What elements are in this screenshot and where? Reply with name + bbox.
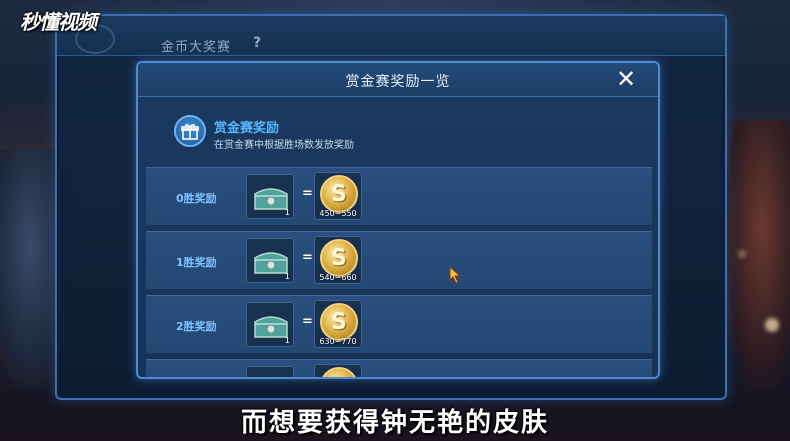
coin-range: 450~550	[319, 209, 357, 218]
coin-range: 630~770	[319, 337, 357, 346]
coin-range: 540~660	[319, 273, 357, 282]
mouse-cursor-icon	[449, 266, 462, 284]
bokeh-light	[765, 318, 779, 332]
reward-row: 1胜奖励 1 = S 540~660	[146, 231, 652, 289]
reward-row-partial	[146, 359, 652, 377]
hero-figure-right	[720, 120, 790, 390]
coin-slot[interactable]: S 630~770	[314, 300, 362, 348]
coin-letter: S	[331, 310, 347, 335]
coin-slot[interactable]: S 450~550	[314, 172, 362, 220]
reward-row-label: 0胜奖励	[176, 192, 217, 205]
reward-row: 2胜奖励 1 = S 630~770	[146, 295, 652, 353]
coin-slot[interactable]: S 540~660	[314, 236, 362, 284]
reward-row-label: 2胜奖励	[176, 320, 217, 333]
screen-title: 金币大奖赛	[161, 40, 232, 55]
chest-count: 1	[284, 272, 290, 281]
chest-slot[interactable]: 1	[246, 174, 294, 219]
equals-sign: =	[302, 314, 313, 329]
gold-coin-icon: S	[320, 175, 358, 213]
coin-slot[interactable]	[314, 364, 362, 377]
equals-sign: =	[302, 186, 313, 201]
help-button[interactable]: ?	[253, 35, 261, 51]
modal-title: 赏金赛奖励一览	[345, 74, 451, 90]
chest-count: 1	[284, 208, 290, 217]
watermark-logo: 秒懂视频	[20, 10, 97, 34]
modal-header: 赏金赛奖励一览 ✕	[138, 63, 658, 97]
chest-slot[interactable]	[246, 366, 294, 377]
reward-row: 0胜奖励 1 = S 450~550	[146, 167, 652, 225]
gold-coin-icon	[320, 367, 358, 377]
chest-count: 1	[284, 336, 290, 345]
coin-letter: S	[331, 246, 347, 271]
rewards-modal: 赏金赛奖励一览 ✕ 赏金赛奖励 在赏金赛中根据胜场数发放奖励 0胜奖励 1 =	[136, 61, 660, 379]
reward-row-label: 1胜奖励	[176, 256, 217, 269]
gold-coin-icon: S	[320, 303, 358, 341]
chest-slot[interactable]: 1	[246, 238, 294, 283]
chest-slot[interactable]: 1	[246, 302, 294, 347]
section-title: 赏金赛奖励	[214, 121, 280, 136]
section-description: 在赏金赛中根据胜场数发放奖励	[214, 140, 354, 151]
gold-coin-icon: S	[320, 239, 358, 277]
bokeh-light	[738, 250, 746, 258]
equals-sign: =	[302, 250, 313, 265]
close-button[interactable]: ✕	[614, 67, 638, 92]
reward-section-header: 赏金赛奖励 在赏金赛中根据胜场数发放奖励	[174, 115, 494, 155]
gift-icon	[174, 115, 206, 147]
video-subtitle: 而想要获得钟无艳的皮肤	[240, 408, 549, 438]
coin-letter: S	[331, 182, 347, 207]
screen-header: 金币大奖赛 ?	[57, 16, 725, 56]
